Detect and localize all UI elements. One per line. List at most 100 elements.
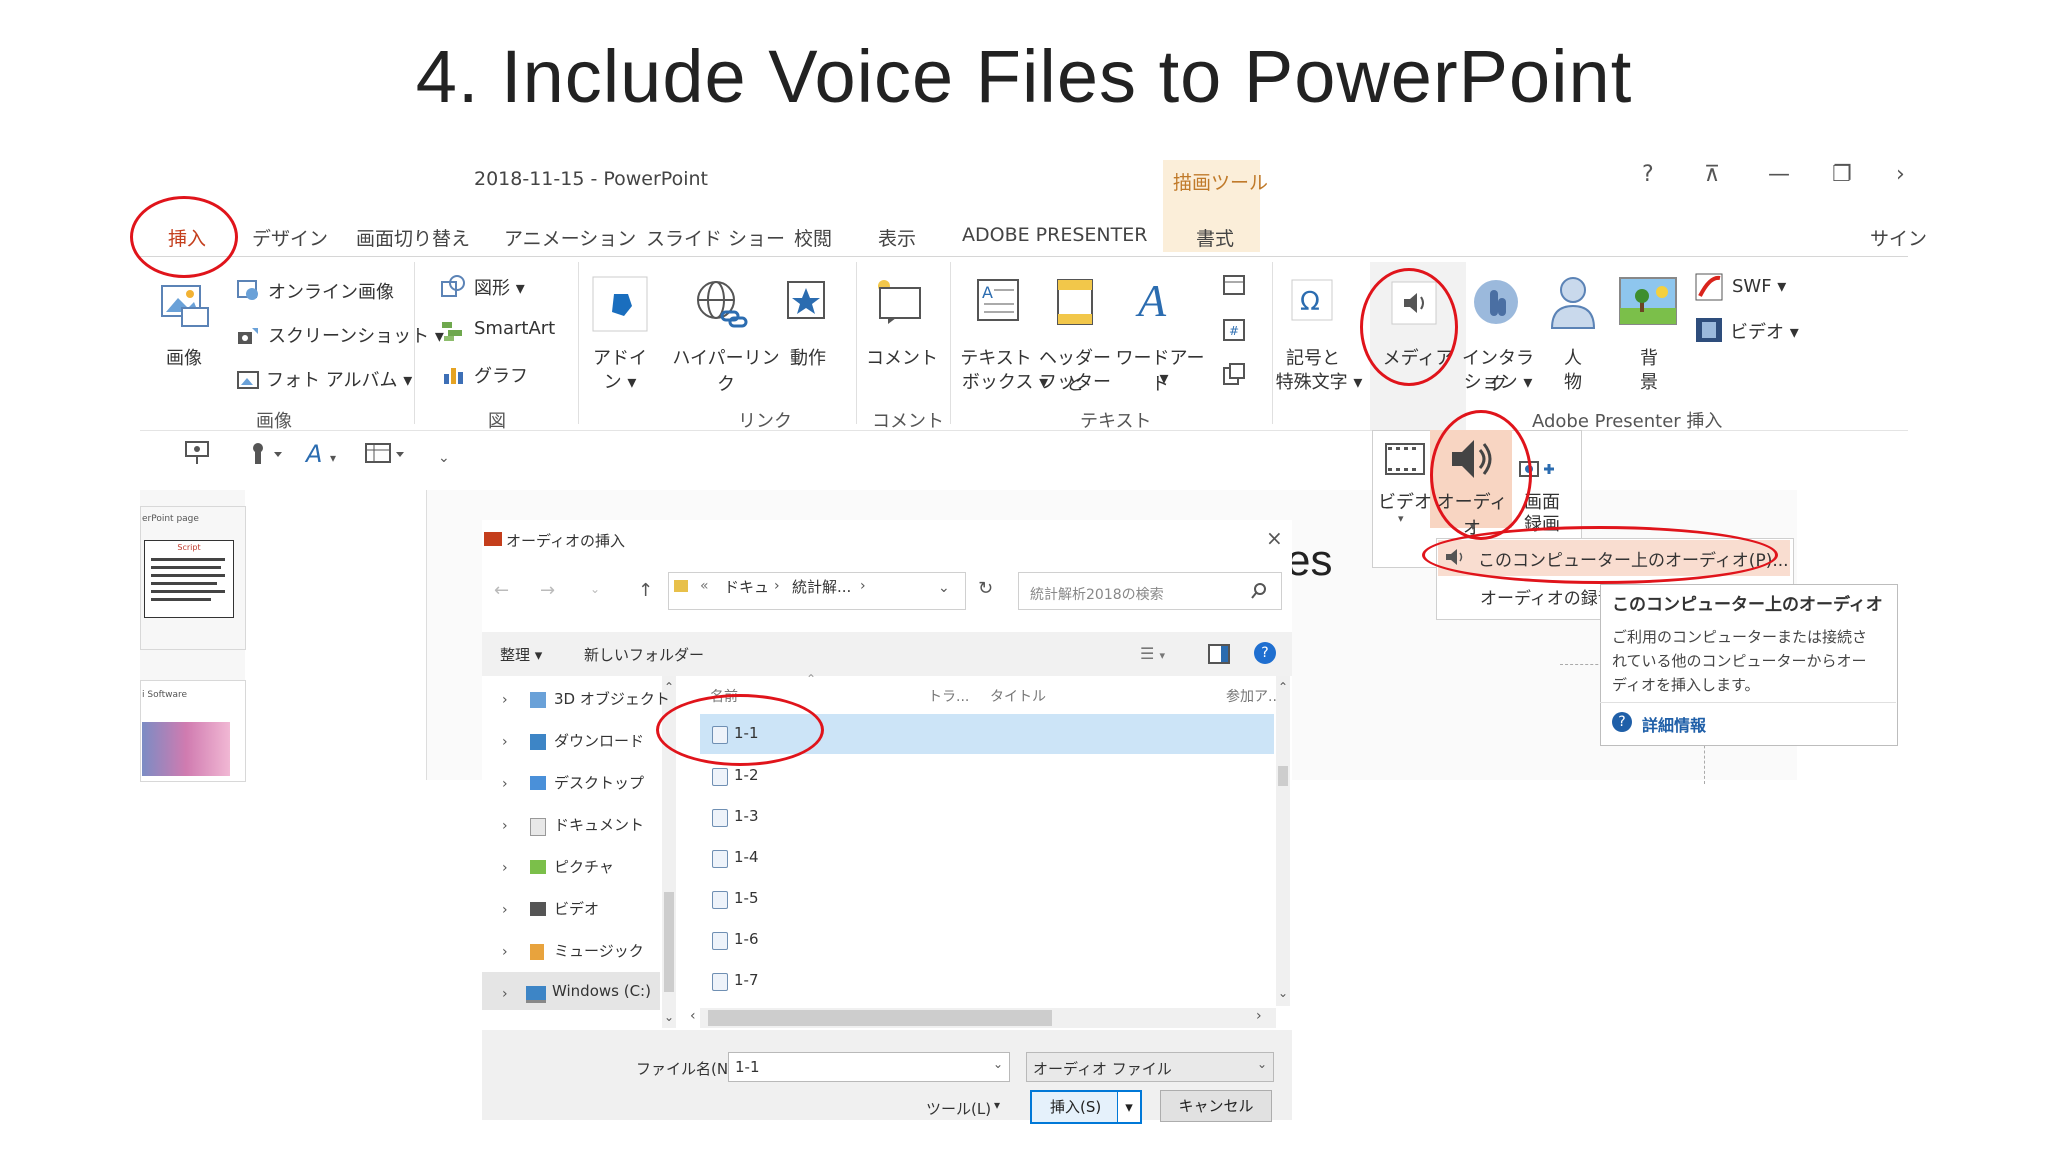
list-scroll-down-icon[interactable]: ⌄ (1278, 986, 1288, 1000)
nav-item-videos[interactable]: ビデオ (554, 898, 599, 919)
cancel-button[interactable]: キャンセル (1160, 1090, 1272, 1122)
column-title[interactable]: タイトル (990, 686, 1046, 706)
up-arrow-icon[interactable]: ↑ (638, 580, 653, 601)
picture-icon[interactable] (160, 280, 210, 334)
wordart-dropdown[interactable]: ▾ (1154, 368, 1174, 389)
nav-expand-icon[interactable]: › (502, 692, 508, 708)
video-dropdown-arrow[interactable]: ▾ (1398, 512, 1404, 525)
nav-item-3d-objects[interactable]: 3D オブジェクト (554, 688, 670, 709)
adobe-video-button[interactable]: ビデオ ▾ (1730, 318, 1799, 344)
symbol-icon[interactable]: Ω (1290, 278, 1336, 328)
nav-item-music[interactable]: ミュージック (554, 940, 644, 961)
refresh-icon[interactable]: ↻ (978, 578, 993, 599)
hyperlink-icon[interactable] (692, 278, 748, 334)
photo-album-button[interactable]: フォト アルバム ▾ (266, 366, 412, 392)
nav-expand-icon[interactable]: › (502, 860, 508, 876)
nav-item-documents[interactable]: ドキュメント (554, 814, 644, 835)
breadcrumb-stats[interactable]: 統計解... (792, 576, 851, 597)
view-options-icon[interactable]: ☰ ▾ (1140, 644, 1165, 663)
slide-number-icon[interactable]: # (1222, 318, 1248, 348)
breadcrumb-documents[interactable]: ドキュ (724, 576, 769, 597)
action-icon[interactable] (784, 278, 830, 328)
filename-input[interactable]: 1-1 ⌄ (728, 1052, 1010, 1082)
person-icon[interactable] (1548, 274, 1598, 334)
chevron-right-icon[interactable]: › (1896, 162, 1905, 187)
nav-expand-icon[interactable]: › (502, 734, 508, 750)
swf-button[interactable]: SWF ▾ (1732, 276, 1786, 297)
horizontal-scrollbar-thumb[interactable] (708, 1010, 1052, 1026)
column-track[interactable]: トラ... (928, 686, 969, 706)
tab-design[interactable]: デザイン (252, 224, 328, 251)
column-contributing-artists[interactable]: 参加ア... (1226, 686, 1281, 706)
back-arrow-icon[interactable]: ← (494, 580, 509, 601)
textbox-icon[interactable]: A (976, 278, 1022, 328)
tab-review[interactable]: 校閲 (794, 224, 832, 251)
insert-button[interactable]: 挿入(S) ▾ (1030, 1090, 1142, 1124)
file-item[interactable]: 1-6 (734, 930, 759, 948)
file-item[interactable]: 1-3 (734, 807, 759, 825)
ribbon-display-icon[interactable]: ⊼ (1704, 162, 1720, 187)
online-picture-button[interactable]: オンライン画像 (268, 278, 394, 304)
signin-link[interactable]: サイン (1870, 224, 1927, 251)
nav-scrollbar-thumb[interactable] (664, 892, 674, 992)
dialog-close-icon[interactable]: × (1266, 526, 1283, 550)
help-icon[interactable]: ? (1642, 162, 1654, 187)
organize-button[interactable]: 整理 ▾ (500, 644, 542, 665)
object-icon[interactable] (1222, 362, 1248, 392)
filename-dropdown-icon[interactable]: ⌄ (993, 1057, 1003, 1071)
tab-format[interactable]: 書式 (1196, 224, 1234, 251)
touch-mode-icon[interactable] (248, 440, 288, 471)
nav-expand-icon[interactable]: › (502, 986, 508, 1002)
background-icon[interactable] (1618, 276, 1678, 334)
smartart-button[interactable]: SmartArt (474, 318, 555, 339)
file-item[interactable]: 1-5 (734, 889, 759, 907)
screenshot-button[interactable]: スクリーンショット ▾ (268, 322, 444, 348)
interaction-icon[interactable] (1470, 276, 1522, 332)
search-icon[interactable] (1250, 582, 1268, 604)
preview-pane-icon[interactable] (1208, 644, 1230, 664)
tooltip-more-link[interactable]: 詳細情報 (1642, 712, 1706, 736)
table-icon[interactable] (364, 440, 408, 471)
tools-button[interactable]: ツール(L) (926, 1098, 991, 1119)
hscroll-right-icon[interactable]: › (1256, 1008, 1262, 1024)
video-button-label[interactable]: ビデオ (1376, 488, 1434, 514)
minimize-icon[interactable]: — (1768, 162, 1790, 187)
store-addin-icon[interactable] (592, 276, 648, 336)
comment-icon[interactable] (872, 276, 928, 330)
shapes-button[interactable]: 図形 ▾ (474, 274, 525, 300)
new-folder-button[interactable]: 新しいフォルダー (584, 644, 704, 665)
restore-icon[interactable]: ❐ (1832, 162, 1852, 187)
file-list-scroll-thumb[interactable] (1278, 766, 1288, 786)
nav-expand-icon[interactable]: › (502, 944, 508, 960)
tab-animations[interactable]: アニメーション (504, 224, 636, 251)
file-item[interactable]: 1-7 (734, 971, 759, 989)
file-item[interactable]: 1-4 (734, 848, 759, 866)
nav-expand-icon[interactable]: › (502, 776, 508, 792)
filetype-dropdown-icon[interactable]: ⌄ (1257, 1057, 1267, 1071)
font-color-icon[interactable]: A ▾ (306, 440, 336, 468)
tab-transitions[interactable]: 画面切り替え (356, 224, 470, 251)
tab-adobe-presenter[interactable]: ADOBE PRESENTER (962, 224, 1147, 246)
date-time-icon[interactable] (1222, 272, 1248, 302)
nav-expand-icon[interactable]: › (502, 818, 508, 834)
chart-button[interactable]: グラフ (474, 362, 528, 388)
wordart-icon[interactable]: A (1138, 274, 1166, 327)
customize-toolbar-icon[interactable]: ⌄ (438, 450, 450, 466)
nav-item-pictures[interactable]: ピクチャ (554, 856, 614, 877)
address-dropdown-icon[interactable]: ⌄ (938, 580, 950, 596)
menu-item-record-audio[interactable]: オーディオの録音 (1480, 584, 1615, 609)
file-item[interactable]: 1-2 (734, 766, 759, 784)
nav-scroll-down-icon[interactable]: ⌄ (664, 1010, 674, 1024)
nav-item-desktop[interactable]: デスクトップ (554, 772, 644, 793)
nav-item-windows-c[interactable]: Windows (C:) (552, 982, 651, 1000)
recent-dropdown-icon[interactable]: ⌄ (590, 582, 600, 596)
presenter-icon[interactable] (184, 440, 212, 471)
list-scroll-up-icon[interactable]: ⌃ (1278, 680, 1288, 694)
nav-expand-icon[interactable]: › (502, 902, 508, 918)
nav-item-downloads[interactable]: ダウンロード (554, 730, 644, 751)
hscroll-left-icon[interactable]: ‹ (690, 1008, 696, 1024)
header-footer-icon[interactable] (1056, 278, 1096, 330)
breadcrumb-overflow[interactable]: « (700, 578, 709, 594)
insert-dropdown-icon[interactable]: ▾ (1117, 1092, 1140, 1122)
tab-view[interactable]: 表示 (878, 224, 916, 251)
